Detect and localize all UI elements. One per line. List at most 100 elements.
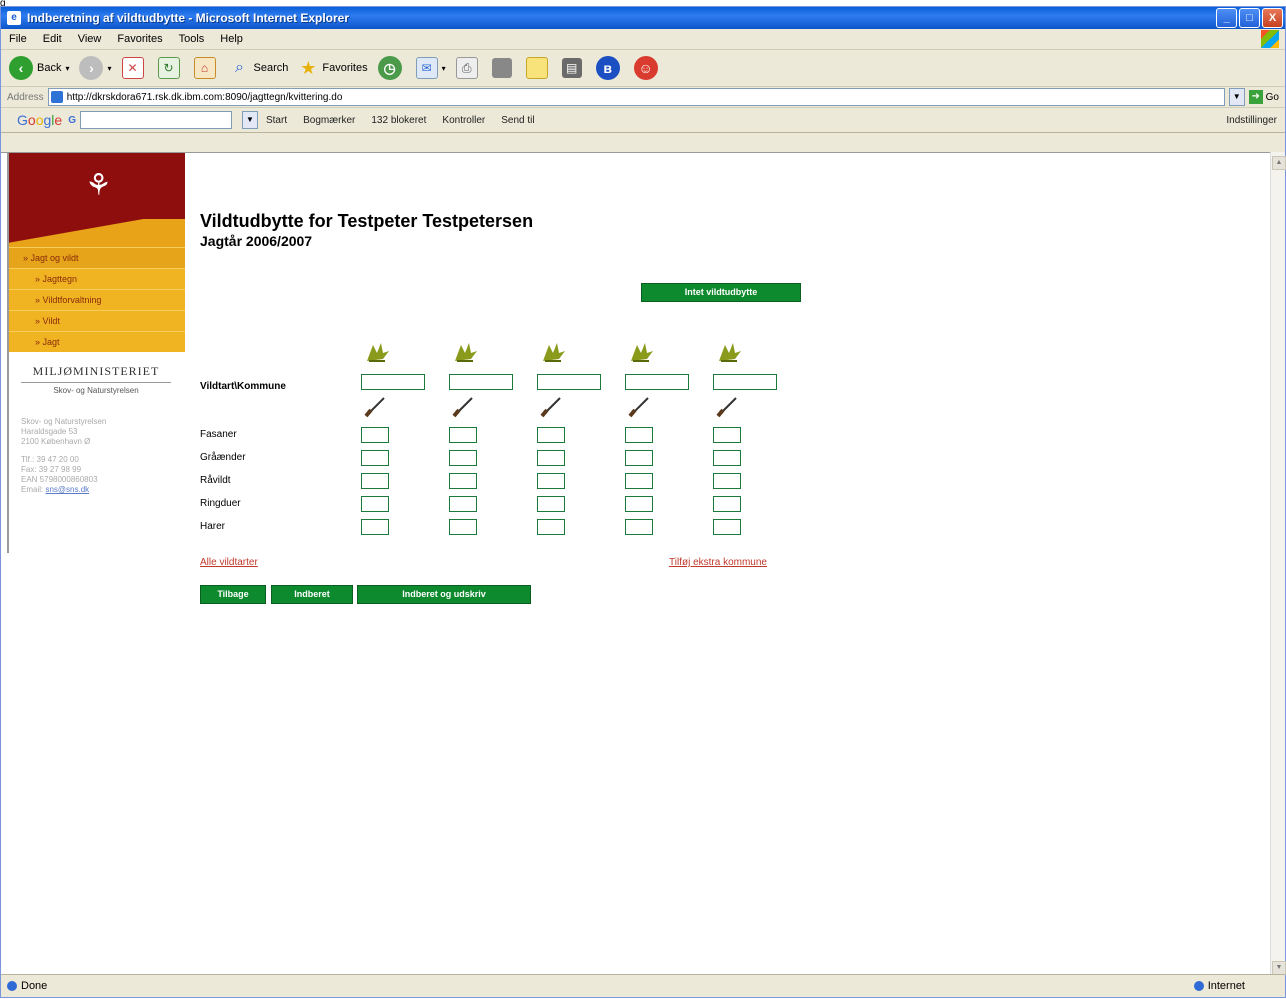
- catch-count-field[interactable]: [361, 496, 389, 512]
- catch-count-field[interactable]: [713, 450, 741, 466]
- catch-count-field[interactable]: [625, 496, 653, 512]
- messenger-button[interactable]: ☺: [633, 56, 662, 80]
- bluetooth-button[interactable]: ʙ: [595, 56, 624, 80]
- report-and-print-button[interactable]: Indberet og udskriv: [357, 585, 531, 604]
- title-bar[interactable]: e Indberetning af vildtudbytte - Microso…: [1, 7, 1285, 29]
- email-link[interactable]: sns@sns.dk: [45, 485, 89, 494]
- forward-arrow-icon: ›: [79, 56, 104, 80]
- ie-page-icon: e: [7, 11, 21, 25]
- mail-icon: ✉: [415, 57, 438, 79]
- page-subtitle: Jagtår 2006/2007: [200, 233, 313, 249]
- search-button[interactable]: ⌕ Search: [230, 58, 288, 78]
- forward-button[interactable]: › ▾: [79, 56, 112, 80]
- google-start-button[interactable]: Start: [266, 115, 287, 126]
- catch-count-field[interactable]: [537, 450, 565, 466]
- nav-vildtforvaltning[interactable]: » Vildtforvaltning: [7, 289, 185, 310]
- report-button[interactable]: Indberet: [271, 585, 353, 604]
- window-title: Indberetning af vildtudbytte - Microsoft…: [27, 11, 350, 25]
- kommune-field-1[interactable]: [361, 374, 425, 390]
- all-species-link[interactable]: Alle vildtarter: [200, 557, 258, 568]
- minimize-button[interactable]: _: [1216, 8, 1237, 28]
- catch-count-field[interactable]: [537, 496, 565, 512]
- catch-count-field[interactable]: [537, 473, 565, 489]
- catch-count-field[interactable]: [449, 519, 477, 535]
- catch-count-field[interactable]: [361, 473, 389, 489]
- scroll-up-icon[interactable]: ▲: [1272, 156, 1286, 170]
- page-icon: [50, 91, 63, 103]
- google-check-button[interactable]: Kontroller: [442, 115, 485, 126]
- catch-count-field[interactable]: [625, 450, 653, 466]
- catch-count-field[interactable]: [625, 427, 653, 443]
- catch-count-field[interactable]: [713, 496, 741, 512]
- catch-count-field[interactable]: [625, 473, 653, 489]
- menu-file[interactable]: File: [9, 33, 27, 45]
- nav-jagt[interactable]: » Jagt: [7, 331, 185, 352]
- favorites-button[interactable]: ★ Favorites: [298, 58, 367, 78]
- discuss-button[interactable]: [525, 57, 552, 79]
- go-button[interactable]: ➜ Go: [1248, 90, 1279, 104]
- catch-count-field[interactable]: [537, 519, 565, 535]
- address-dropdown[interactable]: ▼: [1228, 88, 1245, 106]
- catch-count-field[interactable]: [713, 427, 741, 443]
- catch-count-field[interactable]: [713, 473, 741, 489]
- google-popup-blocker[interactable]: 132 blokeret: [371, 115, 426, 126]
- browser-window: e Indberetning af vildtudbytte - Microso…: [0, 6, 1286, 998]
- menu-favorites[interactable]: Favorites: [117, 33, 162, 45]
- google-search-input[interactable]: [79, 111, 232, 129]
- print-button[interactable]: ⎙: [455, 57, 482, 79]
- address-bar: Address http://dkrskdora671.rsk.dk.ibm.c…: [1, 87, 1285, 108]
- catch-count-field[interactable]: [361, 450, 389, 466]
- kommune-field-3[interactable]: [537, 374, 601, 390]
- species-label: Ringduer: [200, 498, 241, 509]
- chevron-down-icon: ▾: [65, 63, 70, 73]
- catch-count-field[interactable]: [361, 519, 389, 535]
- catch-count-field[interactable]: [449, 450, 477, 466]
- edit-button[interactable]: [491, 58, 516, 78]
- research-button[interactable]: ▤: [561, 58, 586, 78]
- catch-count-field[interactable]: [449, 496, 477, 512]
- menu-edit[interactable]: Edit: [43, 33, 62, 45]
- back-arrow-icon: ‹: [9, 56, 33, 80]
- google-send-to-button[interactable]: Send til: [501, 115, 534, 126]
- back-submit-button[interactable]: Tilbage: [200, 585, 266, 604]
- catch-count-field[interactable]: [361, 427, 389, 443]
- scroll-down-icon[interactable]: ▼: [1272, 961, 1286, 975]
- nav-vildt[interactable]: » Vildt: [7, 310, 185, 331]
- security-zone: Internet: [1193, 980, 1245, 992]
- menu-view[interactable]: View: [78, 33, 102, 45]
- rifle-icon: [715, 396, 739, 418]
- menu-bar: File Edit View Favorites Tools Help: [1, 29, 1285, 50]
- menu-tools[interactable]: Tools: [179, 33, 205, 45]
- catch-count-field[interactable]: [449, 473, 477, 489]
- nav-jagt-og-vildt[interactable]: » Jagt og vildt: [7, 247, 185, 268]
- refresh-button[interactable]: ↻: [157, 57, 184, 79]
- google-g-button[interactable]: G: [68, 115, 76, 126]
- mail-button[interactable]: ✉ ▾: [415, 57, 446, 79]
- kommune-field-2[interactable]: [449, 374, 513, 390]
- google-settings-button[interactable]: Indstillinger: [1226, 115, 1277, 126]
- maximize-button[interactable]: □: [1239, 8, 1260, 28]
- chevron-down-icon: ▾: [441, 63, 446, 73]
- google-search-dropdown[interactable]: ▼: [241, 111, 258, 129]
- star-icon: ★: [300, 58, 317, 78]
- home-button[interactable]: ⌂: [193, 57, 220, 79]
- research-icon: ▤: [561, 58, 582, 78]
- history-button[interactable]: ◷: [377, 56, 406, 80]
- close-button[interactable]: X: [1262, 8, 1283, 28]
- catch-count-field[interactable]: [625, 519, 653, 535]
- site-sidebar: ⚘ » Jagt og vildt » Jagttegn » Vildtforv…: [7, 153, 185, 553]
- vertical-scrollbar[interactable]: ▲ ▼: [1270, 152, 1286, 979]
- address-input[interactable]: http://dkrskdora671.rsk.dk.ibm.com:8090/…: [47, 88, 1225, 106]
- nav-jagttegn[interactable]: » Jagttegn: [7, 268, 185, 289]
- catch-count-field[interactable]: [713, 519, 741, 535]
- google-bookmarks-button[interactable]: Bogmærker: [303, 115, 355, 126]
- kommune-field-4[interactable]: [625, 374, 689, 390]
- kommune-field-5[interactable]: [713, 374, 777, 390]
- stop-button[interactable]: ✕: [121, 57, 148, 79]
- no-catch-button[interactable]: Intet vildtudbytte: [641, 283, 801, 302]
- menu-help[interactable]: Help: [220, 33, 243, 45]
- back-button[interactable]: ‹ Back ▾: [9, 56, 69, 80]
- catch-count-field[interactable]: [449, 427, 477, 443]
- add-kommune-link[interactable]: Tilføj ekstra kommune: [669, 557, 767, 568]
- catch-count-field[interactable]: [537, 427, 565, 443]
